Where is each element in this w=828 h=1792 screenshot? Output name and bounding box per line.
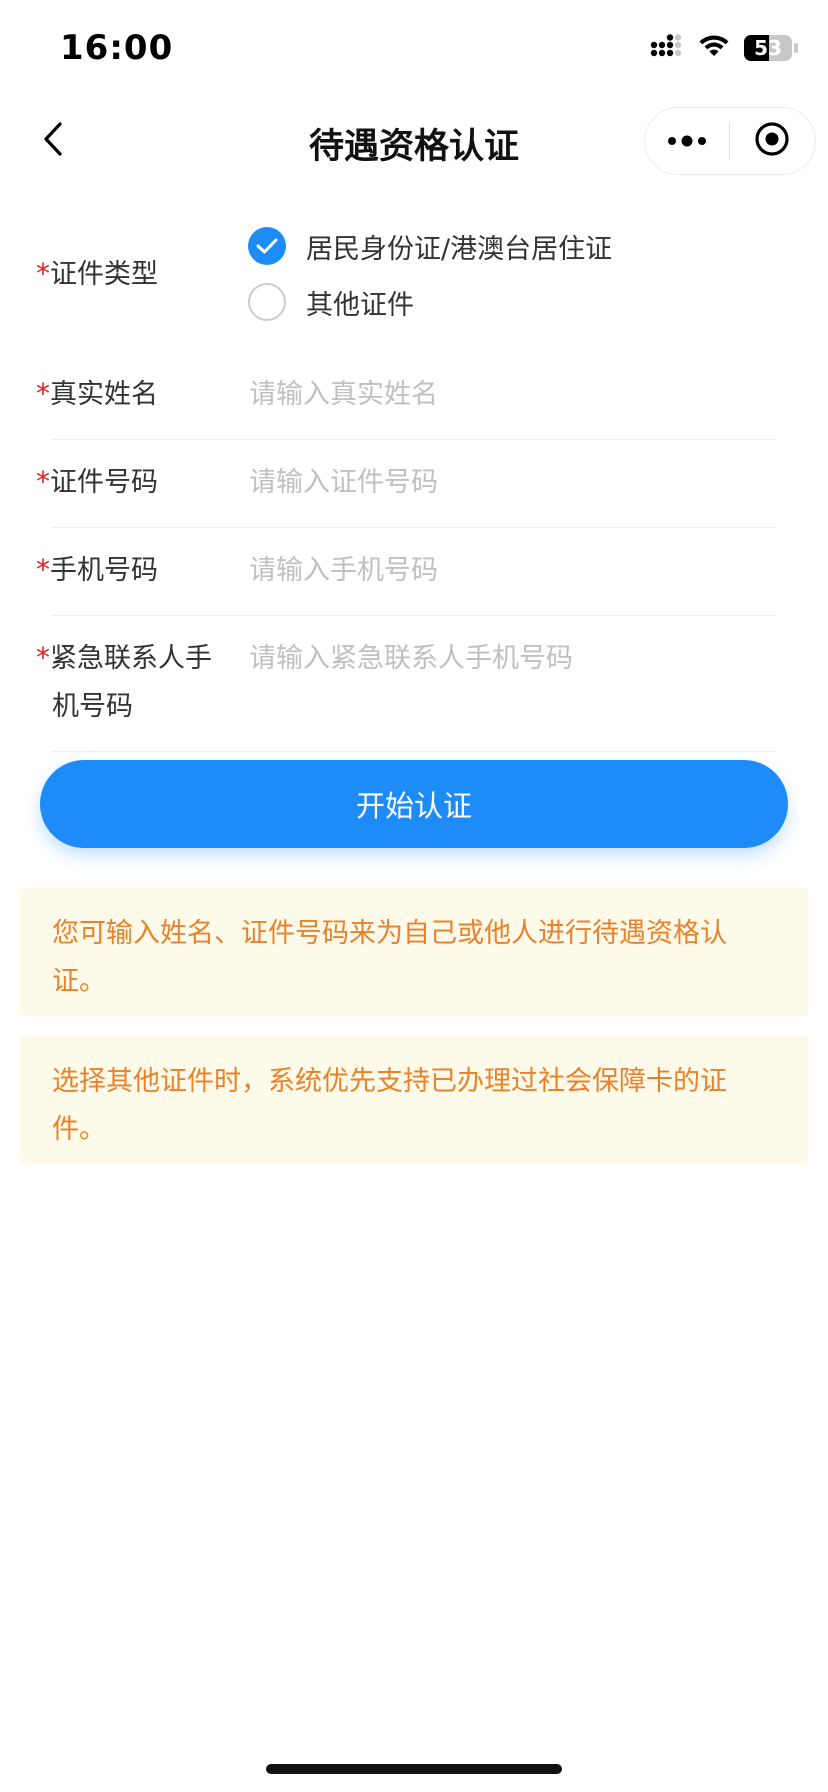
id-number-input[interactable] [249,458,769,506]
radio-label: 居民身份证/港澳台居住证 [306,233,613,265]
id-number-label: *证件号码 [36,465,158,498]
radio-other-cert[interactable]: 其他证件 [248,280,414,324]
status-bar: 16:00 53 [0,0,828,100]
notice-banner: 选择其他证件时，系统优先支持已办理过社会保障卡的证 件。 [20,1036,808,1164]
required-mark: * [36,465,50,498]
radio-unchecked-icon [248,283,286,321]
notice-text-line1: 您可输入姓名、证件号码来为自己或他人进行待遇资格认 [52,918,727,949]
start-certification-button[interactable]: 开始认证 [40,760,788,848]
battery-icon: 53 [744,35,792,61]
name-row: *真实姓名 [0,352,828,440]
required-mark: * [36,641,50,674]
certification-form: *证件类型 居民身份证/港澳台居住证 其他证件 *真实姓名 *证件号码 [0,200,828,752]
emergency-phone-label: *紧急联系人手 机号码 [36,641,212,722]
status-icons: 53 [650,34,798,62]
name-label: *真实姓名 [36,377,158,410]
more-button[interactable] [645,108,729,174]
name-input[interactable] [249,370,769,418]
nav-bar: 待遇资格认证 [0,100,828,182]
cellular-signal-icon [650,34,684,62]
radio-checked-icon [248,227,286,265]
id-number-row: *证件号码 [0,440,828,528]
radio-label: 其他证件 [306,289,414,321]
notice-text-line1: 选择其他证件时，系统优先支持已办理过社会保障卡的证 [52,1066,727,1097]
phone-input[interactable] [249,546,769,594]
battery-percentage: 53 [754,36,782,60]
emergency-phone-row: *紧急联系人手 机号码 [0,616,828,752]
phone-label: *手机号码 [36,553,158,586]
radio-resident-id[interactable]: 居民身份证/港澳台居住证 [248,224,612,268]
close-miniprogram-button[interactable] [730,108,814,174]
miniprogram-capsule [644,107,816,175]
battery-cap [794,43,798,53]
notice-text-line2: 证。 [52,966,106,997]
required-mark: * [36,257,50,290]
notice-banner: 您可输入姓名、证件号码来为自己或他人进行待遇资格认 证。 [20,888,808,1016]
emergency-phone-input[interactable] [249,634,769,682]
status-time: 16:00 [60,28,174,68]
cert-type-row: *证件类型 居民身份证/港澳台居住证 其他证件 [0,200,828,352]
cert-type-label: *证件类型 [36,257,158,290]
divider [52,751,776,752]
wifi-icon [698,34,730,62]
phone-row: *手机号码 [0,528,828,616]
required-mark: * [36,377,50,410]
more-dots-icon [667,132,707,151]
required-mark: * [36,553,50,586]
notice-text-line2: 件。 [52,1114,106,1145]
target-circle-icon [754,121,790,161]
home-indicator [266,1764,562,1774]
